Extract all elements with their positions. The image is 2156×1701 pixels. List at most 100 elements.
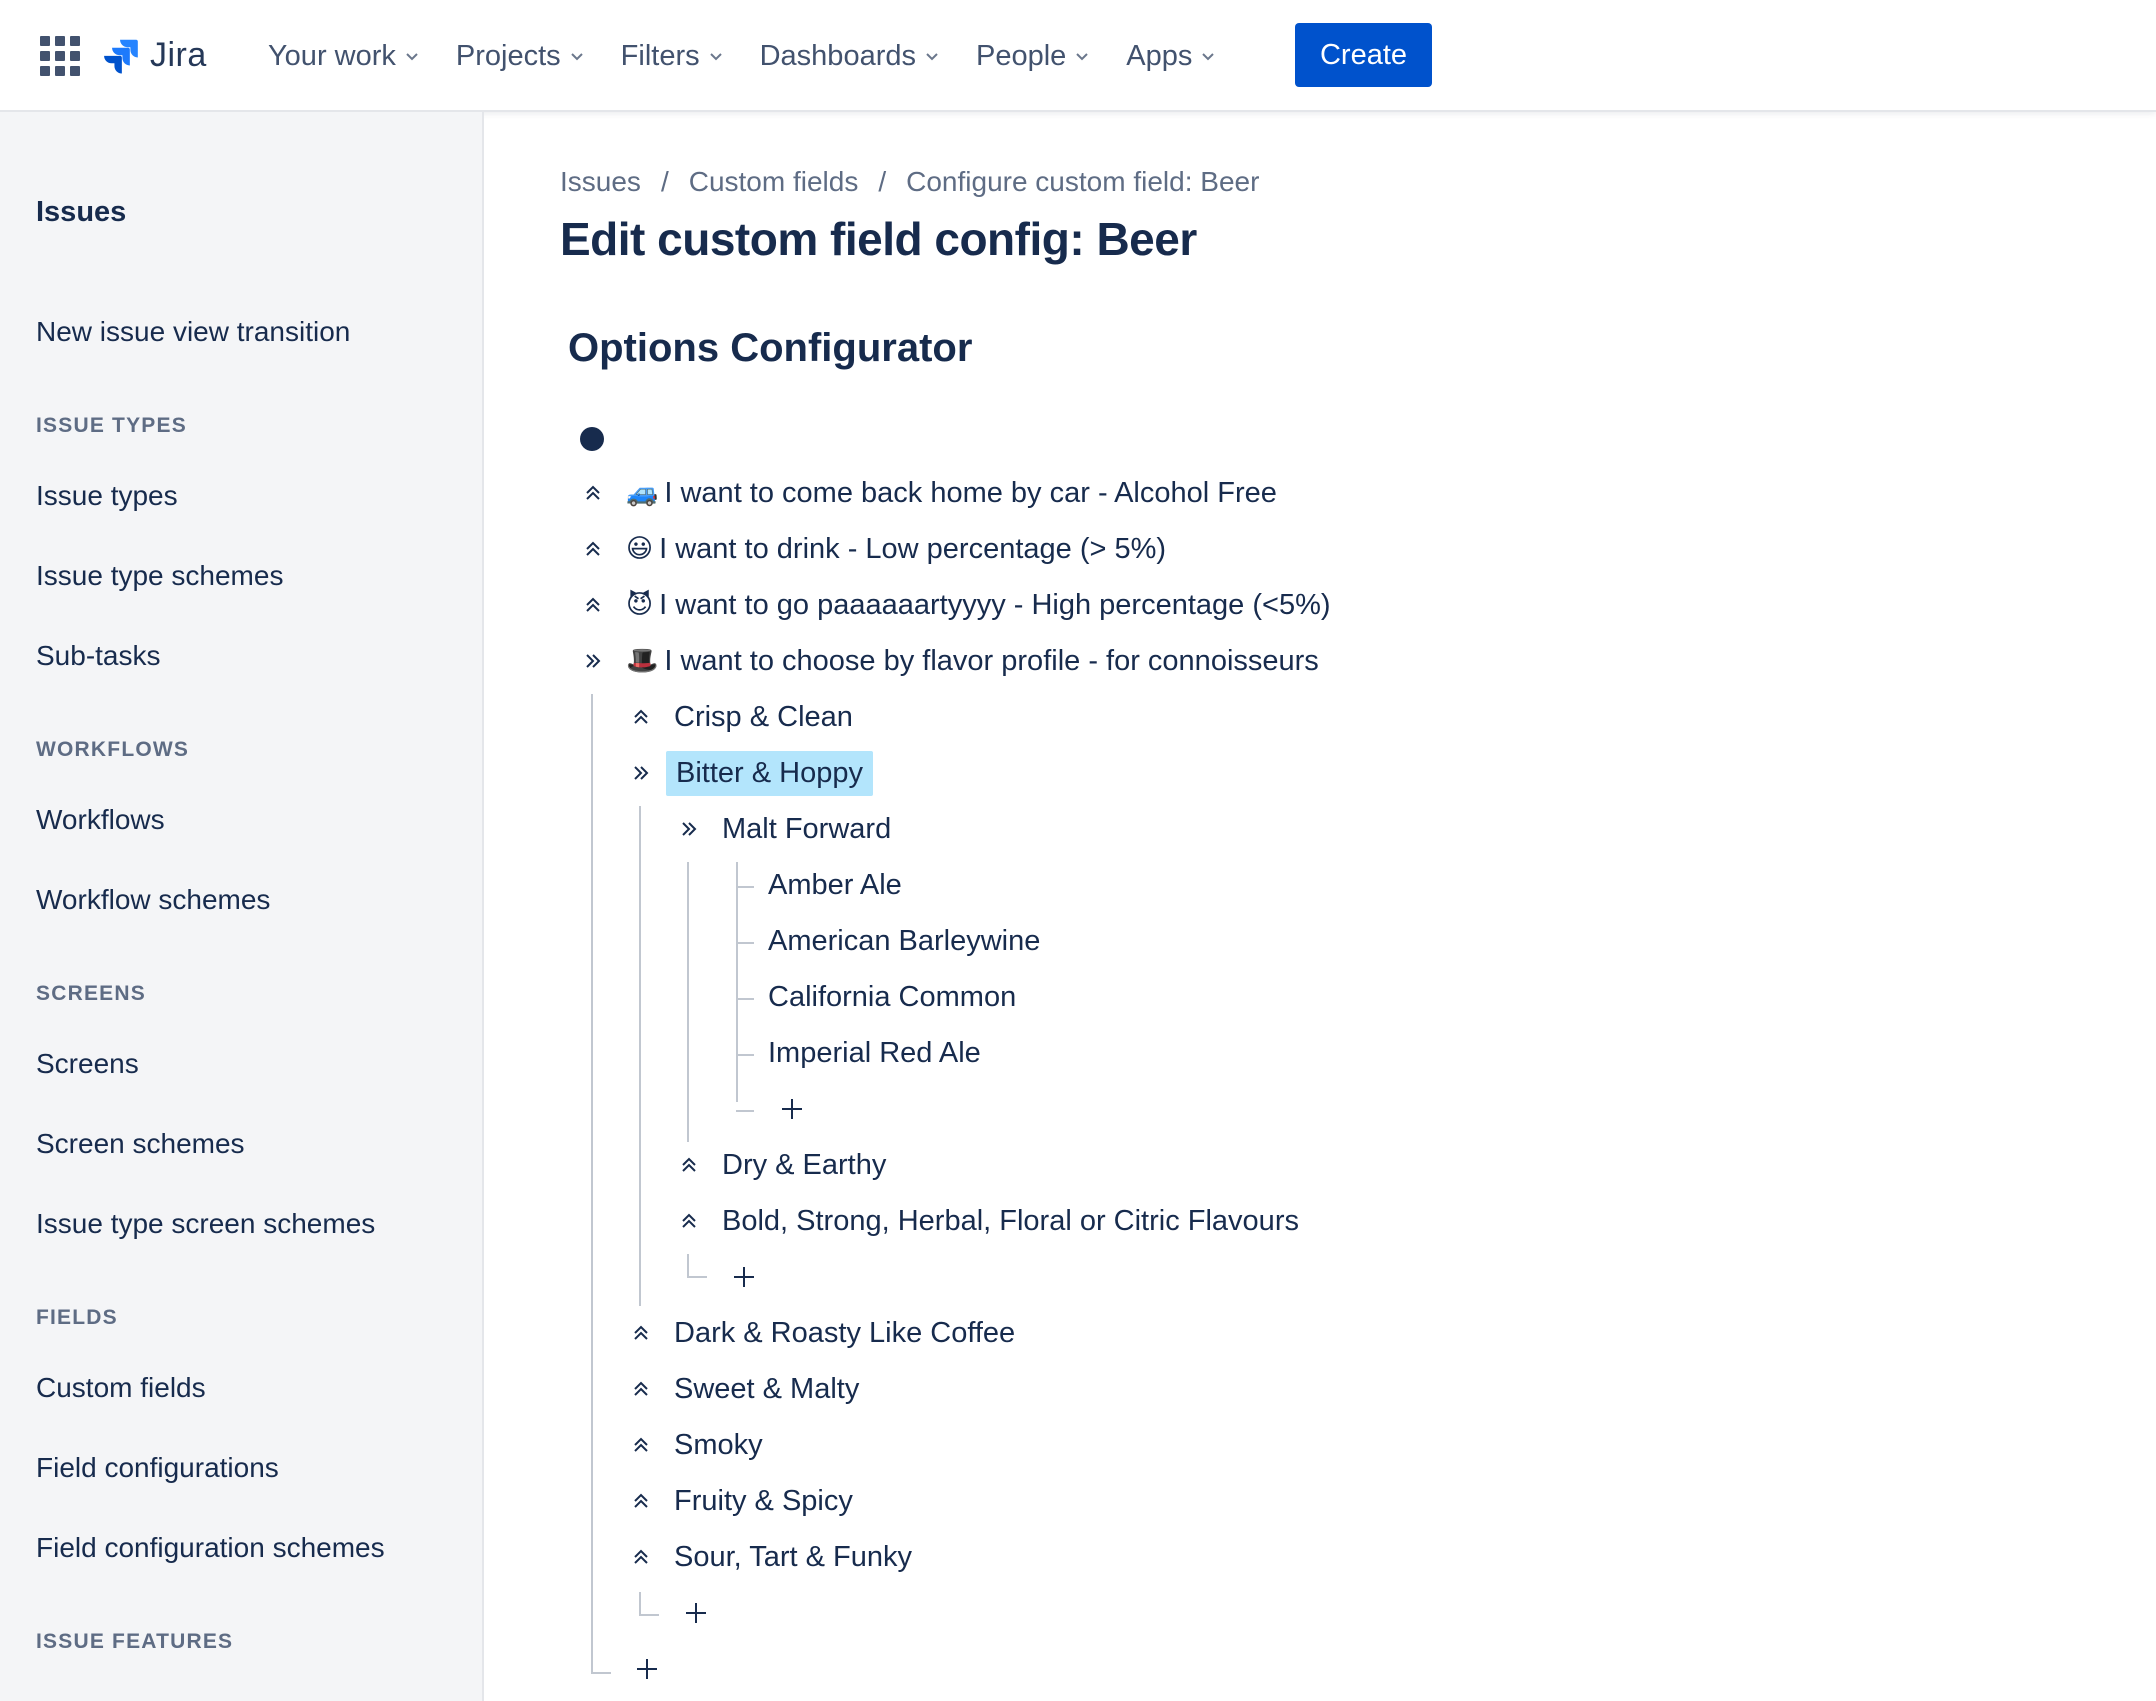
- collapse-icon[interactable]: [628, 1488, 654, 1514]
- option-label[interactable]: Bold, Strong, Herbal, Floral or Citric F…: [722, 1205, 1299, 1238]
- option-label[interactable]: Dry & Earthy: [722, 1149, 886, 1182]
- logo-text: Jira: [150, 35, 207, 74]
- create-button[interactable]: Create: [1295, 23, 1432, 87]
- sidebar-item-field-configuration-schemes[interactable]: Field configuration schemes: [36, 1532, 385, 1564]
- tree-root-node: [580, 427, 604, 451]
- add-option-plus-icon[interactable]: [634, 1656, 660, 1682]
- tree-option: Sour, Tart & Funky: [628, 1534, 912, 1580]
- collapse-icon[interactable]: [628, 1544, 654, 1570]
- sidebar-item-issue-types[interactable]: Issue types: [36, 480, 178, 512]
- sidebar-heading-issue-features: ISSUE FEATURES: [36, 1630, 234, 1653]
- option-label[interactable]: Crisp & Clean: [674, 701, 853, 734]
- app-switcher-icon[interactable]: [40, 36, 80, 76]
- add-option-plus-icon[interactable]: [779, 1096, 805, 1122]
- sidebar-heading-issue-types: ISSUE TYPES: [36, 414, 187, 437]
- option-label[interactable]: Bitter & Hoppy: [666, 750, 873, 796]
- option-label[interactable]: American Barleywine: [768, 925, 1040, 958]
- tree-connector: [591, 1672, 611, 1674]
- tree-option: 😃 I want to drink - Low percentage (> 5%…: [580, 526, 1166, 572]
- chevron-down-icon: [1076, 53, 1089, 61]
- collapse-icon[interactable]: [628, 1376, 654, 1402]
- option-label[interactable]: Sour, Tart & Funky: [674, 1541, 912, 1574]
- sidebar-item-screen-schemes[interactable]: Screen schemes: [36, 1128, 245, 1160]
- tree-connector: [736, 886, 754, 888]
- sidebar-item-workflow-schemes[interactable]: Workflow schemes: [36, 884, 270, 916]
- nav-label: Your work: [268, 39, 396, 72]
- sidebar-heading-screens: SCREENS: [36, 982, 146, 1005]
- option-label[interactable]: I want to drink - Low percentage (> 5%): [659, 533, 1166, 566]
- option-label[interactable]: California Common: [768, 981, 1016, 1014]
- sidebar-item-custom-fields[interactable]: Custom fields: [36, 1372, 206, 1404]
- tree-connector: [736, 942, 754, 944]
- jira-logo[interactable]: Jira: [102, 30, 207, 80]
- collapse-icon[interactable]: [628, 1432, 654, 1458]
- tree-option: Dry & Earthy: [676, 1142, 886, 1188]
- breadcrumb-custom-fields[interactable]: Custom fields: [689, 166, 859, 198]
- option-label[interactable]: Dark & Roasty Like Coffee: [674, 1317, 1015, 1350]
- option-label[interactable]: I want to go paaaaaartyyyy - High percen…: [659, 589, 1330, 622]
- breadcrumb-separator: /: [660, 166, 669, 197]
- sidebar-heading-workflows: WORKFLOWS: [36, 738, 190, 761]
- option-label[interactable]: Malt Forward: [722, 813, 891, 846]
- tree-option: 🚙 I want to come back home by car - Alco…: [580, 470, 1277, 516]
- sidebar-item-sub-tasks[interactable]: Sub-tasks: [36, 640, 161, 672]
- tree-option: Malt Forward: [676, 806, 891, 852]
- breadcrumb: Issues / Custom fields / Configure custo…: [560, 166, 1259, 198]
- tree-option: Smoky: [628, 1422, 763, 1468]
- breadcrumb-configure-custom-field[interactable]: Configure custom field: Beer: [906, 166, 1259, 198]
- sidebar-item-field-configurations[interactable]: Field configurations: [36, 1452, 279, 1484]
- add-option-plus-icon[interactable]: [731, 1264, 757, 1290]
- sidebar-item-screens[interactable]: Screens: [36, 1048, 139, 1080]
- nav-your-work[interactable]: Your work: [250, 26, 438, 86]
- option-label[interactable]: Fruity & Spicy: [674, 1485, 853, 1518]
- nav-label: Filters: [620, 39, 700, 72]
- tree-option: 🎩 I want to choose by flavor profile - f…: [580, 638, 1319, 684]
- option-label[interactable]: Imperial Red Ale: [768, 1037, 981, 1070]
- expand-icon[interactable]: [628, 760, 654, 786]
- option-label[interactable]: I want to come back home by car - Alcoho…: [664, 477, 1277, 510]
- breadcrumb-issues[interactable]: Issues: [560, 166, 641, 198]
- tree-leaf: American Barleywine: [768, 918, 1040, 964]
- option-label[interactable]: Smoky: [674, 1429, 763, 1462]
- chevron-down-icon: [709, 53, 722, 61]
- nav-projects[interactable]: Projects: [438, 26, 603, 86]
- option-label[interactable]: Sweet & Malty: [674, 1373, 859, 1406]
- tree-connector: [687, 862, 689, 1142]
- sidebar-item-issue-type-screen-schemes[interactable]: Issue type screen schemes: [36, 1208, 375, 1240]
- option-label[interactable]: Amber Ale: [768, 869, 902, 902]
- collapse-icon[interactable]: [580, 536, 606, 562]
- expand-icon[interactable]: [676, 816, 702, 842]
- chevron-down-icon: [1202, 53, 1215, 61]
- nav-apps[interactable]: Apps: [1108, 26, 1234, 86]
- nav-people[interactable]: People: [958, 26, 1108, 86]
- car-emoji-icon: 🚙: [626, 478, 659, 508]
- sidebar-item-new-issue-view-transition[interactable]: New issue view transition: [36, 316, 350, 348]
- sidebar-title: Issues: [36, 196, 127, 228]
- collapse-icon[interactable]: [628, 1320, 654, 1346]
- collapse-icon[interactable]: [628, 704, 654, 730]
- tree-option: Sweet & Malty: [628, 1366, 859, 1412]
- add-option-plus-icon[interactable]: [683, 1600, 709, 1626]
- breadcrumb-separator: /: [878, 166, 887, 197]
- chevron-down-icon: [926, 53, 938, 61]
- options-configurator-title: Options Configurator: [568, 326, 973, 370]
- sidebar-item-issue-type-schemes[interactable]: Issue type schemes: [36, 560, 283, 592]
- collapse-icon[interactable]: [676, 1152, 702, 1178]
- nav-dashboards[interactable]: Dashboards: [742, 26, 958, 86]
- tree-option: Fruity & Spicy: [628, 1478, 853, 1524]
- nav-filters[interactable]: Filters: [603, 26, 742, 86]
- tree-option: Crisp & Clean: [628, 694, 853, 740]
- nav-label: People: [975, 39, 1067, 72]
- sidebar-item-workflows[interactable]: Workflows: [36, 804, 165, 836]
- tree-connector: [736, 862, 738, 1102]
- tree-connector: [736, 1054, 754, 1056]
- tree-connector: [736, 998, 754, 1000]
- expand-icon[interactable]: [580, 648, 606, 674]
- collapse-icon[interactable]: [580, 480, 606, 506]
- collapse-icon[interactable]: [580, 592, 606, 618]
- tree-option: Dark & Roasty Like Coffee: [628, 1310, 1015, 1356]
- collapse-icon[interactable]: [676, 1208, 702, 1234]
- tree-option: Bold, Strong, Herbal, Floral or Citric F…: [676, 1198, 1299, 1244]
- tree-leaf: Amber Ale: [768, 862, 902, 908]
- option-label[interactable]: I want to choose by flavor profile - for…: [664, 645, 1318, 678]
